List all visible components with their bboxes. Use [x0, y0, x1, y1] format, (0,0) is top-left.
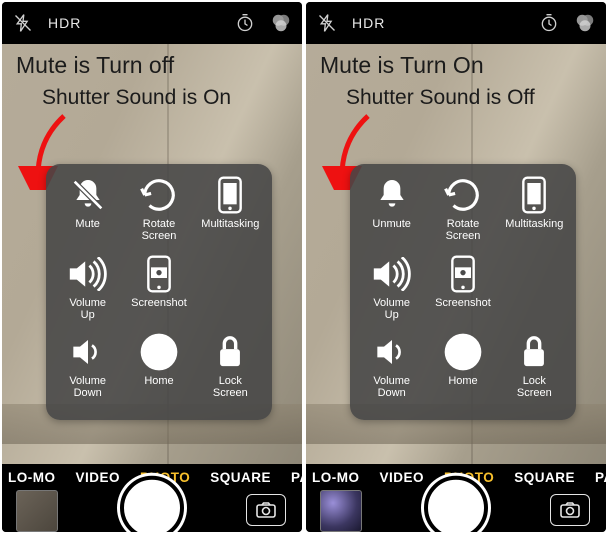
flash-off-icon[interactable]	[12, 12, 34, 34]
flash-off-icon[interactable]	[316, 12, 338, 34]
lock-label: LockScreen	[213, 375, 248, 399]
screenshot-button[interactable]: Screenshot	[123, 253, 194, 332]
volume-down-icon	[67, 331, 109, 373]
mute-label: Mute	[75, 218, 99, 230]
annotation-line-2: Shutter Sound is On	[42, 86, 231, 110]
home-label: Home	[448, 375, 477, 387]
volume-down-label: VolumeDown	[69, 375, 106, 399]
lock-label: LockScreen	[517, 375, 552, 399]
screenshot-button[interactable]: Screenshot	[427, 253, 498, 332]
bell-icon	[371, 174, 413, 216]
screenshot-icon	[138, 253, 180, 295]
multitasking-label: Multitasking	[201, 218, 259, 230]
mode-square[interactable]: SQUARE	[210, 470, 271, 485]
camera-controls	[2, 490, 302, 532]
camera-viewfinder: Mute is Turn off Shutter Sound is On Mut…	[2, 44, 302, 464]
multitasking-button[interactable]: Multitasking	[499, 174, 570, 253]
hdr-button[interactable]: HDR	[352, 15, 385, 31]
home-label: Home	[144, 375, 173, 387]
mode-square[interactable]: SQUARE	[514, 470, 575, 485]
mode-slomo[interactable]: LO-MO	[312, 470, 360, 485]
filters-icon[interactable]	[574, 12, 596, 34]
mute-button[interactable]: Unmute	[356, 174, 427, 253]
mute-button[interactable]: Mute	[52, 174, 123, 253]
rotate-label: RotateScreen	[446, 218, 481, 242]
home-circle-icon	[442, 331, 484, 373]
home-circle-icon	[138, 331, 180, 373]
volume-down-button[interactable]: VolumeDown	[356, 331, 427, 410]
timer-icon[interactable]	[234, 12, 256, 34]
camera-controls	[306, 490, 606, 532]
multitasking-icon	[513, 174, 555, 216]
volume-up-button[interactable]: VolumeUp	[52, 253, 123, 332]
mode-slomo[interactable]: LO-MO	[8, 470, 56, 485]
last-photo-thumbnail[interactable]	[320, 490, 362, 532]
volume-up-icon	[67, 253, 109, 295]
panel-empty	[195, 253, 266, 332]
rotate-screen-button[interactable]: RotateScreen	[427, 174, 498, 253]
rotate-icon	[442, 174, 484, 216]
multitasking-button[interactable]: Multitasking	[195, 174, 266, 253]
bell-slash-icon	[67, 174, 109, 216]
camera-topbar: HDR	[2, 2, 302, 44]
annotation-line-2: Shutter Sound is Off	[346, 86, 535, 110]
shutter-button[interactable]	[120, 476, 184, 532]
lock-screen-button[interactable]: LockScreen	[195, 331, 266, 410]
annotation-line-1: Mute is Turn On	[320, 52, 484, 79]
phone-screenshot-left: HDR Mute is Turn off Shutter Sound is On…	[2, 2, 302, 532]
camera-topbar: HDR	[306, 2, 606, 44]
multitasking-label: Multitasking	[505, 218, 563, 230]
multitasking-icon	[209, 174, 251, 216]
mode-pano[interactable]: PAN	[291, 470, 302, 485]
volume-up-button[interactable]: VolumeUp	[356, 253, 427, 332]
hdr-button[interactable]: HDR	[48, 15, 81, 31]
last-photo-thumbnail[interactable]	[16, 490, 58, 532]
mode-video[interactable]: VIDEO	[380, 470, 425, 485]
volume-down-button[interactable]: VolumeDown	[52, 331, 123, 410]
assistive-touch-panel: Unmute RotateScreen Multitasking VolumeU…	[350, 164, 576, 420]
annotation-line-1: Mute is Turn off	[16, 52, 174, 79]
volume-up-label: VolumeUp	[373, 297, 410, 321]
timer-icon[interactable]	[538, 12, 560, 34]
camera-viewfinder: Mute is Turn On Shutter Sound is Off Unm…	[306, 44, 606, 464]
rotate-label: RotateScreen	[142, 218, 177, 242]
volume-up-label: VolumeUp	[69, 297, 106, 321]
phone-screenshot-right: HDR Mute is Turn On Shutter Sound is Off…	[306, 2, 606, 532]
lock-screen-button[interactable]: LockScreen	[499, 331, 570, 410]
home-button[interactable]: Home	[427, 331, 498, 410]
shutter-button[interactable]	[424, 476, 488, 532]
assistive-touch-panel: Mute RotateScreen Multitasking VolumeUp …	[46, 164, 272, 420]
filters-icon[interactable]	[270, 12, 292, 34]
rotate-icon	[138, 174, 180, 216]
screenshot-label: Screenshot	[131, 297, 187, 309]
home-button[interactable]: Home	[123, 331, 194, 410]
mode-video[interactable]: VIDEO	[76, 470, 121, 485]
screenshot-icon	[442, 253, 484, 295]
rotate-screen-button[interactable]: RotateScreen	[123, 174, 194, 253]
switch-camera-button[interactable]	[246, 494, 286, 526]
lock-icon	[513, 331, 555, 373]
screenshot-label: Screenshot	[435, 297, 491, 309]
mode-pano[interactable]: PAN	[595, 470, 606, 485]
volume-down-label: VolumeDown	[373, 375, 410, 399]
volume-up-icon	[371, 253, 413, 295]
switch-camera-button[interactable]	[550, 494, 590, 526]
mute-label: Unmute	[372, 218, 411, 230]
volume-down-icon	[371, 331, 413, 373]
lock-icon	[209, 331, 251, 373]
panel-empty	[499, 253, 570, 332]
